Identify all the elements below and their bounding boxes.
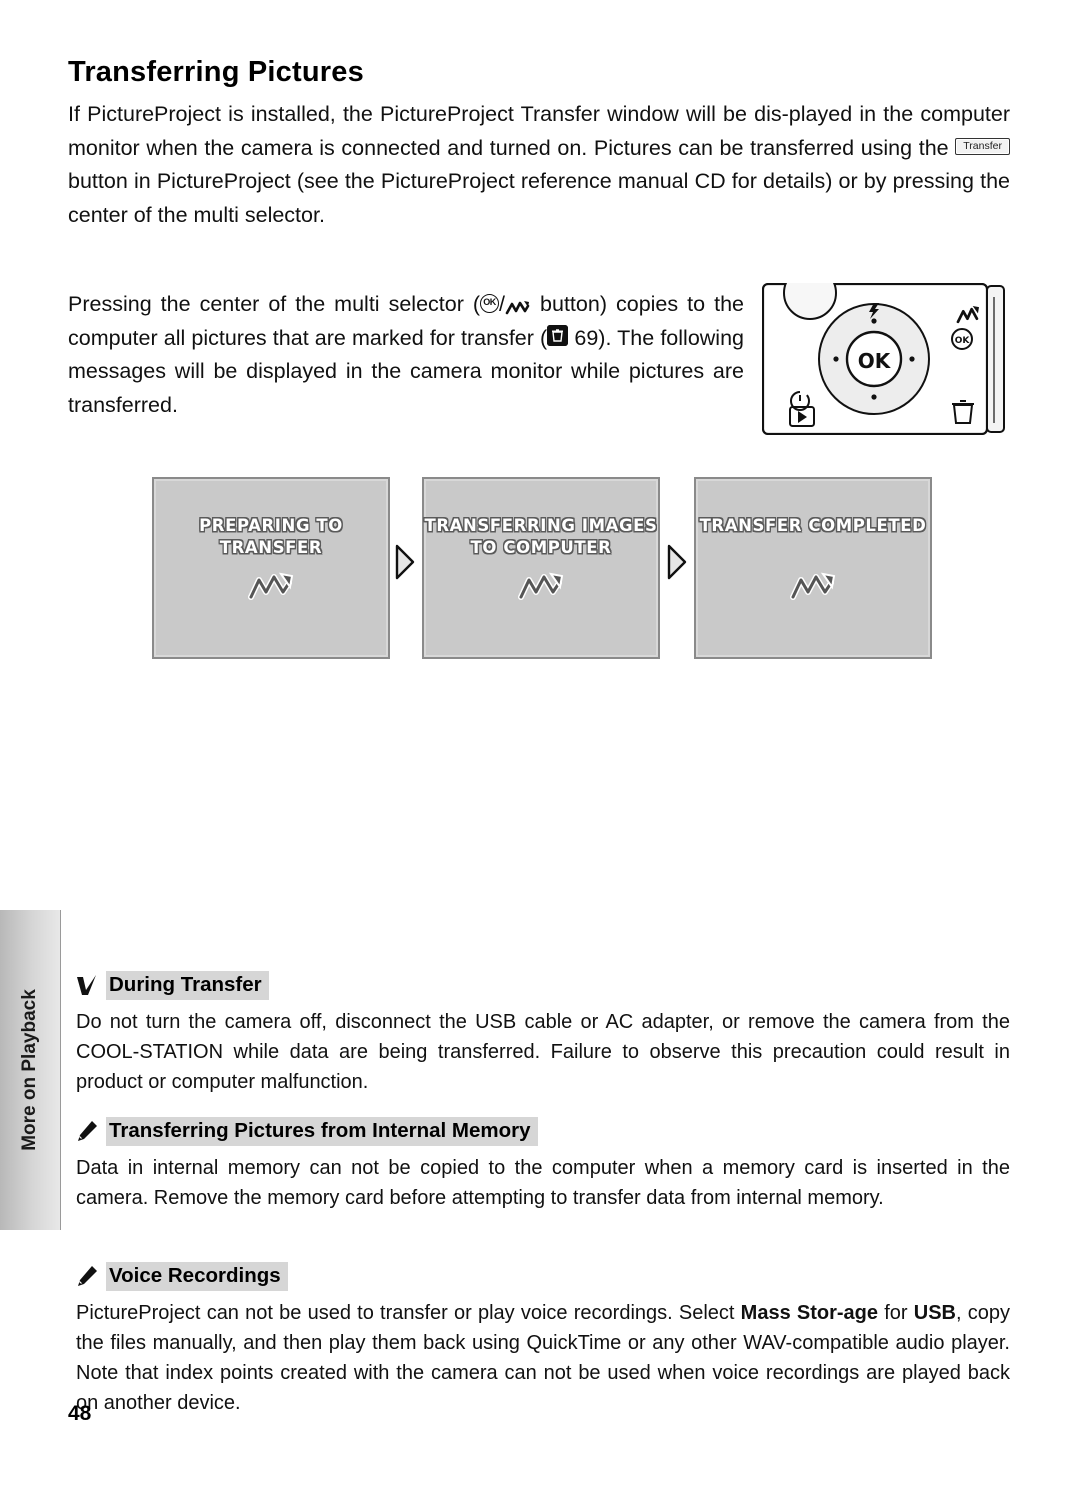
transfer-glyph-icon <box>247 571 295 610</box>
voice-text-c: for <box>878 1302 914 1324</box>
monitor-screen-preparing: PREPARING TO TRANSFER <box>152 477 390 659</box>
voice-text-a: PictureProject can not be used to transf… <box>76 1302 741 1324</box>
note-body-during-transfer: Do not turn the camera off, disconnect t… <box>76 1011 1010 1093</box>
sequence-arrow-icon <box>666 543 688 581</box>
monitor-screen-transferring: TRANSFERRING IMAGES TO COMPUTER <box>422 477 660 659</box>
note-title: Voice Recordings <box>106 1261 288 1291</box>
paragraph-intro-text-a: If PictureProject is installed, the Pict… <box>68 102 1010 160</box>
transfer-button-icon: Transfer <box>955 138 1010 156</box>
monitor-message-sequence: PREPARING TO TRANSFER TRANSFERRING IMAGE… <box>150 477 934 659</box>
note-heading-voice-recordings: Voice Recordings <box>76 1261 288 1291</box>
voice-text-mass-storage: Mass Stor-age <box>740 1302 879 1324</box>
monitor-screen-completed-text: TRANSFER COMPLETED <box>699 516 927 535</box>
note-heading-during-transfer: During Transfer <box>76 970 269 1000</box>
transfer-glyph-icon <box>517 571 565 610</box>
paragraph-page-ref: 69 <box>574 325 599 350</box>
monitor-screen-preparing-text: PREPARING TO TRANSFER <box>199 516 343 557</box>
svg-text:OK: OK <box>858 349 892 373</box>
note-title: Transferring Pictures from Internal Memo… <box>106 1116 538 1146</box>
paragraph-intro-text-b: button in PictureProject (see the Pictur… <box>68 169 1010 227</box>
page-title: Transferring Pictures <box>68 56 364 88</box>
reference-icon <box>547 325 569 347</box>
pencil-icon <box>76 1265 98 1287</box>
note-title: During Transfer <box>106 970 269 1000</box>
page-number: 48 <box>68 1402 92 1425</box>
camera-back-diagram: OK OK <box>761 266 1006 436</box>
note-body-voice-recordings: PictureProject can not be used to transf… <box>76 1298 1010 1418</box>
transfer-glyph-icon <box>789 571 837 610</box>
caution-icon <box>76 974 98 996</box>
ok-icon: OK <box>480 293 500 313</box>
manual-page: Transferring Pictures If PictureProject … <box>0 0 1080 1486</box>
monitor-line-1: TRANSFERRING IMAGES <box>424 516 658 535</box>
paragraph-multiselector: Pressing the center of the multi selecto… <box>68 288 744 422</box>
chapter-side-tab-label: More on Playback <box>19 989 40 1151</box>
note-body-internal-memory: Data in internal memory can not be copie… <box>76 1157 1010 1209</box>
chapter-side-tab: More on Playback <box>0 910 61 1230</box>
pencil-icon <box>76 1120 98 1142</box>
voice-text-usb: USB <box>913 1302 956 1324</box>
sequence-arrow-icon <box>394 543 416 581</box>
note-heading-internal-memory: Transferring Pictures from Internal Memo… <box>76 1116 538 1146</box>
svg-text:OK: OK <box>955 336 971 346</box>
transfer-glyph-icon <box>505 294 531 315</box>
paragraph-intro: If PictureProject is installed, the Pict… <box>68 98 1010 232</box>
monitor-line-2: TO COMPUTER <box>470 538 612 557</box>
monitor-screen-completed: TRANSFER COMPLETED <box>694 477 932 659</box>
paragraph-multiselector-text-a: Pressing the center of the multi selecto… <box>68 292 481 316</box>
monitor-screen-transferring-text: TRANSFERRING IMAGES TO COMPUTER <box>424 515 658 559</box>
